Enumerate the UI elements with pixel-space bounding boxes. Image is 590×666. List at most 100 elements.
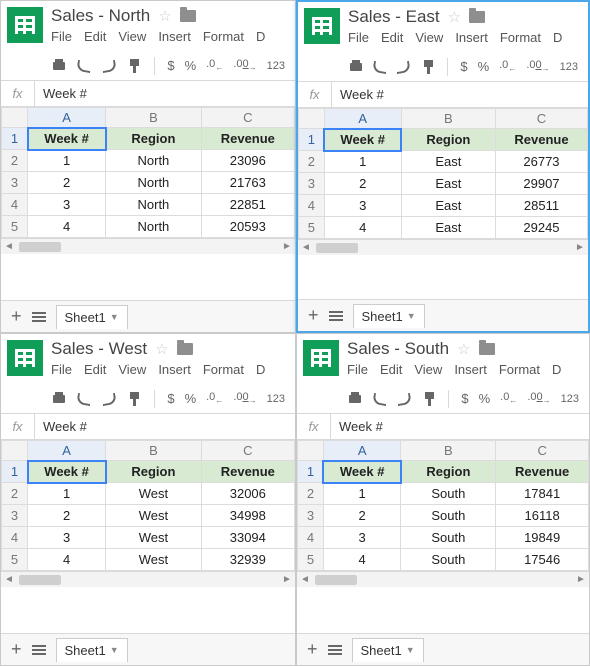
scroll-track[interactable] xyxy=(316,243,570,253)
cell[interactable]: 32939 xyxy=(201,549,294,571)
cell[interactable]: 4 xyxy=(28,549,106,571)
cell[interactable]: 2 xyxy=(324,173,401,195)
menu-item[interactable]: View xyxy=(118,29,146,44)
more-formats-button[interactable]: 123 xyxy=(267,393,285,405)
menu-item[interactable]: Edit xyxy=(84,362,106,377)
cell[interactable]: 17841 xyxy=(496,483,589,505)
print-icon[interactable] xyxy=(51,59,66,73)
star-icon[interactable]: ☆ xyxy=(457,340,470,358)
currency-button[interactable]: $ xyxy=(167,58,174,73)
row-header[interactable]: 4 xyxy=(2,194,28,216)
more-formats-button[interactable]: 123 xyxy=(561,393,579,405)
all-sheets-icon[interactable] xyxy=(328,645,342,655)
more-formats-button[interactable]: 123 xyxy=(267,60,285,72)
scroll-right-icon[interactable]: ► xyxy=(279,574,295,585)
menu-item[interactable]: Insert xyxy=(158,29,191,44)
folder-icon[interactable] xyxy=(177,343,193,355)
cell[interactable]: South xyxy=(401,527,496,549)
document-title[interactable]: Sales - South xyxy=(347,339,449,359)
cell[interactable]: East xyxy=(401,217,495,239)
print-icon[interactable] xyxy=(347,392,362,406)
cell[interactable]: West xyxy=(106,549,201,571)
more-formats-button[interactable]: 123 xyxy=(560,61,578,73)
undo-icon[interactable] xyxy=(76,392,91,406)
cell[interactable]: 2 xyxy=(28,505,106,527)
increase-decimal-button[interactable]: .00→ xyxy=(527,391,550,405)
menu-item[interactable]: Edit xyxy=(84,29,106,44)
horizontal-scrollbar[interactable]: ◄ ► xyxy=(1,238,295,254)
row-header[interactable]: 2 xyxy=(2,150,28,172)
row-header[interactable]: 3 xyxy=(2,505,28,527)
select-all-corner[interactable] xyxy=(298,441,324,461)
select-all-corner[interactable] xyxy=(2,108,28,128)
cell[interactable]: 21763 xyxy=(201,172,294,194)
row-header[interactable]: 2 xyxy=(298,483,324,505)
column-header[interactable]: A xyxy=(323,441,401,461)
cell[interactable]: Revenue xyxy=(201,128,294,150)
folder-icon[interactable] xyxy=(469,11,485,23)
grid-area[interactable]: A B C 1 Week # Region Revenue 2 1 xyxy=(298,108,588,299)
cell[interactable]: 3 xyxy=(28,194,106,216)
scroll-track[interactable] xyxy=(315,575,571,585)
row-header[interactable]: 1 xyxy=(2,128,28,150)
cell[interactable]: South xyxy=(401,549,496,571)
cell[interactable]: 26773 xyxy=(495,151,587,173)
menu-item[interactable]: View xyxy=(414,362,442,377)
undo-icon[interactable] xyxy=(372,60,386,74)
cell[interactable]: 16118 xyxy=(496,505,589,527)
formula-input[interactable]: Week # xyxy=(332,87,588,102)
menu-item[interactable]: D xyxy=(256,362,265,377)
print-icon[interactable] xyxy=(348,60,362,74)
sheet-tab[interactable]: Sheet1 ▼ xyxy=(353,304,425,328)
menu-item[interactable]: Insert xyxy=(454,362,487,377)
menu-item[interactable]: Format xyxy=(203,362,244,377)
currency-button[interactable]: $ xyxy=(461,391,468,406)
column-header[interactable]: B xyxy=(401,109,495,129)
sheets-app-icon[interactable] xyxy=(7,7,43,43)
cell[interactable]: 19849 xyxy=(496,527,589,549)
menu-item[interactable]: D xyxy=(256,29,265,44)
cell[interactable]: 29245 xyxy=(495,217,587,239)
chevron-down-icon[interactable]: ▼ xyxy=(407,311,416,321)
scroll-right-icon[interactable]: ► xyxy=(279,241,295,252)
cell[interactable]: 22851 xyxy=(201,194,294,216)
menu-item[interactable]: Edit xyxy=(381,30,403,45)
paint-format-icon[interactable] xyxy=(422,392,437,406)
folder-icon[interactable] xyxy=(180,10,196,22)
menu-item[interactable]: Insert xyxy=(455,30,488,45)
cell[interactable]: Region xyxy=(401,129,495,151)
menu-item[interactable]: Edit xyxy=(380,362,402,377)
currency-button[interactable]: $ xyxy=(460,59,467,74)
select-all-corner[interactable] xyxy=(2,441,28,461)
chevron-down-icon[interactable]: ▼ xyxy=(406,645,415,655)
row-header[interactable]: 3 xyxy=(299,173,325,195)
currency-button[interactable]: $ xyxy=(167,391,174,406)
row-header[interactable]: 5 xyxy=(298,549,324,571)
undo-icon[interactable] xyxy=(372,392,387,406)
scroll-right-icon[interactable]: ► xyxy=(573,574,589,585)
menu-item[interactable]: File xyxy=(348,30,369,45)
row-header[interactable]: 1 xyxy=(2,461,28,483)
cell[interactable]: 17546 xyxy=(496,549,589,571)
cell[interactable]: 4 xyxy=(324,217,401,239)
sheets-app-icon[interactable] xyxy=(303,340,339,376)
document-title[interactable]: Sales - North xyxy=(51,6,150,26)
column-header[interactable]: B xyxy=(106,441,201,461)
increase-decimal-button[interactable]: .00→ xyxy=(233,58,256,72)
cell[interactable]: North xyxy=(106,216,201,238)
star-icon[interactable]: ☆ xyxy=(158,7,171,25)
scroll-right-icon[interactable]: ► xyxy=(572,242,588,253)
row-header[interactable]: 4 xyxy=(298,527,324,549)
sheets-app-icon[interactable] xyxy=(304,8,340,44)
menu-item[interactable]: File xyxy=(347,362,368,377)
menu-item[interactable]: Format xyxy=(500,30,541,45)
menu-item[interactable]: D xyxy=(552,362,561,377)
row-header[interactable]: 5 xyxy=(2,549,28,571)
cell[interactable]: East xyxy=(401,151,495,173)
add-sheet-button[interactable]: + xyxy=(308,305,319,326)
column-header[interactable]: A xyxy=(28,108,106,128)
menu-item[interactable]: Format xyxy=(203,29,244,44)
column-header[interactable]: C xyxy=(201,108,294,128)
sheet-tab[interactable]: Sheet1 ▼ xyxy=(56,305,128,329)
cell[interactable]: North xyxy=(106,150,201,172)
